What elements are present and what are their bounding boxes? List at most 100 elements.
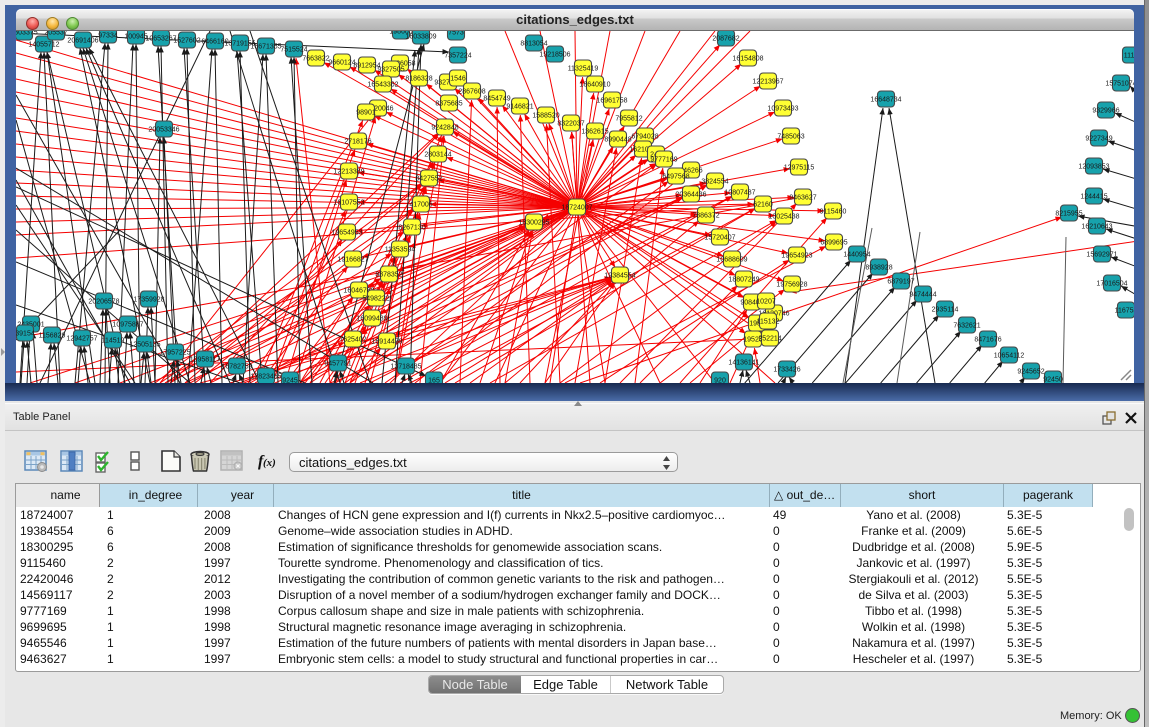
svg-text:8427552: 8427552 bbox=[415, 176, 442, 183]
svg-text:16961758: 16961758 bbox=[596, 98, 627, 105]
svg-text:16107553: 16107553 bbox=[333, 200, 364, 207]
svg-text:6794028: 6794028 bbox=[631, 134, 658, 141]
svg-text:1733426: 1733426 bbox=[773, 367, 800, 374]
svg-text:115132: 115132 bbox=[757, 319, 780, 326]
svg-text:10653267: 10653267 bbox=[145, 36, 176, 43]
svg-text:15692971: 15692971 bbox=[1086, 252, 1117, 259]
svg-text:62160: 62160 bbox=[753, 202, 773, 209]
svg-text:8938928: 8938928 bbox=[865, 265, 892, 272]
svg-text:10973493: 10973493 bbox=[767, 106, 798, 113]
svg-text:2718176: 2718176 bbox=[344, 139, 371, 146]
svg-text:9227349: 9227349 bbox=[1085, 136, 1112, 143]
svg-text:18807249: 18807249 bbox=[728, 277, 759, 284]
svg-text:7515524: 7515524 bbox=[280, 47, 307, 54]
svg-text:9115460: 9115460 bbox=[820, 209, 847, 216]
svg-text:18724007: 18724007 bbox=[561, 205, 592, 212]
svg-text:2803144: 2803144 bbox=[424, 152, 451, 159]
svg-text:8322037: 8322037 bbox=[557, 121, 584, 128]
svg-text:8267130: 8267130 bbox=[398, 225, 425, 232]
svg-text:17359928: 17359928 bbox=[133, 297, 164, 304]
svg-text:10025438: 10025438 bbox=[768, 214, 799, 221]
svg-text:9660124: 9660124 bbox=[328, 60, 355, 67]
svg-text:11353594: 11353594 bbox=[385, 247, 416, 254]
svg-text:205537: 205537 bbox=[44, 31, 67, 37]
svg-text:9777169: 9777169 bbox=[650, 157, 677, 164]
svg-text:920: 920 bbox=[714, 378, 726, 384]
svg-text:1440954: 1440954 bbox=[843, 252, 870, 259]
svg-text:10654112: 10654112 bbox=[994, 353, 1025, 360]
svg-text:8990448: 8990448 bbox=[604, 137, 631, 144]
svg-text:9146821: 9146821 bbox=[506, 104, 533, 111]
svg-text:2087682: 2087682 bbox=[712, 36, 739, 43]
svg-text:5498222: 5498222 bbox=[362, 296, 389, 303]
svg-text:1546: 1546 bbox=[450, 76, 466, 83]
svg-text:15720407: 15720407 bbox=[704, 235, 735, 242]
svg-text:9242848: 9242848 bbox=[431, 125, 458, 132]
svg-text:9245652: 9245652 bbox=[1017, 369, 1044, 376]
svg-text:16914479: 16914479 bbox=[371, 339, 402, 346]
svg-text:10975887: 10975887 bbox=[112, 322, 143, 329]
svg-text:19756928: 19756928 bbox=[776, 282, 807, 289]
svg-text:16648734: 16648734 bbox=[870, 97, 901, 104]
svg-text:12093853: 12093853 bbox=[1078, 164, 1109, 171]
svg-text:1244415: 1244415 bbox=[1080, 194, 1107, 201]
svg-text:100945: 100945 bbox=[124, 34, 147, 41]
svg-text:7955812: 7955812 bbox=[615, 116, 642, 123]
svg-text:18640910: 18640910 bbox=[579, 82, 610, 89]
svg-text:6899695: 6899695 bbox=[820, 240, 847, 247]
svg-text:(x): (x) bbox=[263, 457, 276, 469]
svg-text:165: 165 bbox=[428, 378, 440, 384]
svg-text:114519: 114519 bbox=[102, 338, 125, 345]
svg-text:19384554: 19384554 bbox=[604, 273, 635, 280]
svg-text:9329966: 9329966 bbox=[1092, 108, 1119, 115]
svg-text:10958117: 10958117 bbox=[190, 357, 221, 364]
svg-text:2935114: 2935114 bbox=[932, 307, 959, 314]
svg-text:20206578: 20206578 bbox=[88, 299, 119, 306]
svg-text:7625402: 7625402 bbox=[339, 337, 366, 344]
svg-text:98901: 98901 bbox=[356, 110, 376, 117]
svg-text:20691406: 20691406 bbox=[67, 38, 98, 45]
svg-text:12213389: 12213389 bbox=[333, 169, 364, 176]
svg-text:8471676: 8471676 bbox=[974, 337, 1001, 344]
svg-text:16033809: 16033809 bbox=[405, 34, 436, 41]
svg-text:10688609: 10688609 bbox=[716, 257, 747, 264]
svg-text:14136141: 14136141 bbox=[728, 360, 759, 367]
svg-text:9457791: 9457791 bbox=[324, 361, 351, 368]
svg-text:6879197: 6879197 bbox=[887, 279, 914, 286]
svg-text:12823465: 12823465 bbox=[250, 374, 281, 381]
svg-text:10207: 10207 bbox=[756, 299, 776, 306]
svg-text:16671355: 16671355 bbox=[250, 44, 281, 51]
svg-text:3824554: 3824554 bbox=[701, 179, 728, 186]
svg-text:2867608: 2867608 bbox=[458, 89, 485, 96]
svg-text:10807487: 10807487 bbox=[724, 190, 755, 197]
svg-text:1527602: 1527602 bbox=[173, 38, 200, 45]
svg-text:12942757: 12942757 bbox=[66, 336, 97, 343]
svg-text:12213967: 12213967 bbox=[752, 79, 783, 86]
svg-text:19654953: 19654953 bbox=[331, 230, 362, 237]
svg-text:7357224: 7357224 bbox=[444, 53, 471, 60]
svg-text:8215955: 8215955 bbox=[1055, 211, 1082, 218]
svg-text:20364436: 20364436 bbox=[675, 192, 706, 199]
svg-text:9463627: 9463627 bbox=[789, 195, 816, 202]
svg-text:92450: 92450 bbox=[1043, 377, 1063, 384]
svg-text:12975115: 12975115 bbox=[784, 165, 815, 172]
svg-text:7632621: 7632621 bbox=[953, 323, 980, 330]
svg-text:16099489: 16099489 bbox=[356, 316, 387, 323]
svg-text:11325419: 11325419 bbox=[568, 66, 599, 73]
svg-text:1588520: 1588520 bbox=[532, 113, 559, 120]
svg-text:1803375: 1803375 bbox=[16, 31, 38, 37]
svg-text:15751074: 15751074 bbox=[1105, 81, 1134, 88]
svg-text:12505135: 12505135 bbox=[129, 342, 160, 349]
svg-text:8454749: 8454749 bbox=[483, 96, 510, 103]
svg-text:9474444: 9474444 bbox=[909, 292, 936, 299]
svg-text:17957225: 17957225 bbox=[159, 350, 190, 357]
svg-text:8186328: 8186328 bbox=[405, 76, 432, 83]
svg-text:14055712: 14055712 bbox=[28, 42, 59, 49]
svg-text:6497568: 6497568 bbox=[662, 174, 689, 181]
svg-text:7573: 7573 bbox=[448, 31, 464, 37]
svg-text:19166827: 19166827 bbox=[337, 257, 368, 264]
svg-text:116753: 116753 bbox=[1115, 308, 1134, 315]
svg-text:16543362: 16543362 bbox=[367, 82, 398, 89]
svg-text:9245: 9245 bbox=[282, 378, 298, 384]
svg-text:9327505: 9327505 bbox=[377, 67, 404, 74]
